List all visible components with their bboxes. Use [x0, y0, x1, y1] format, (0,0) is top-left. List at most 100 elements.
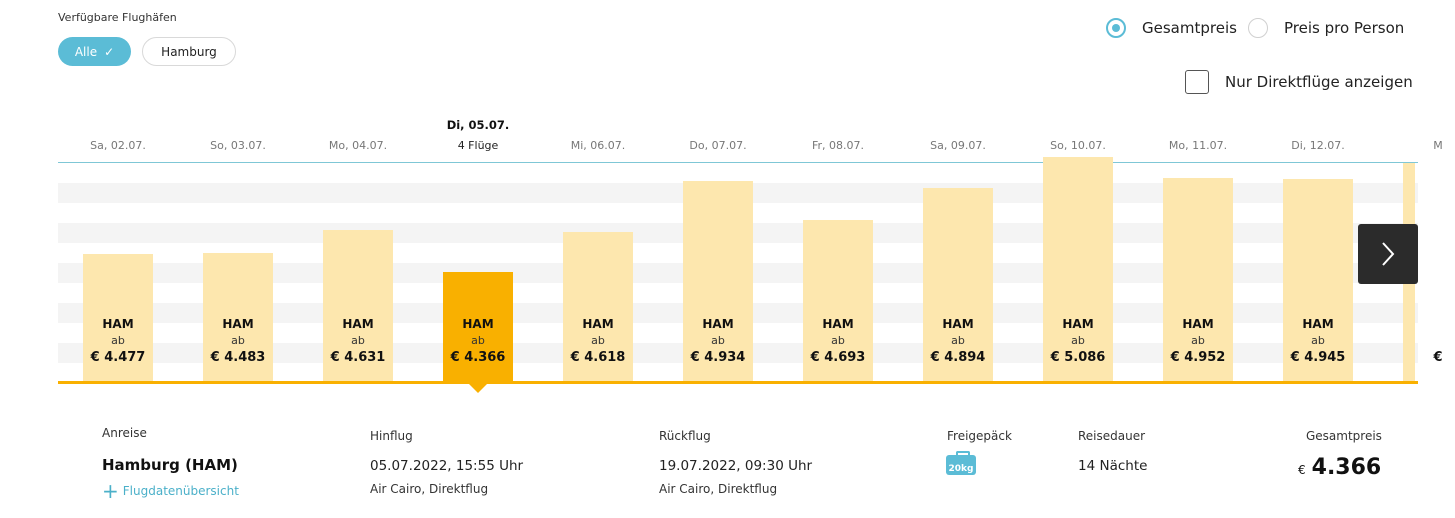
bar-ab: ab [231, 333, 245, 347]
price-bar[interactable]: HAM ab € 4.477 [83, 254, 153, 381]
price-bar[interactable]: HAM ab € 4.693 [803, 219, 873, 381]
total-price: € 4.366 [1298, 455, 1381, 480]
price-bar[interactable]: HAM ab € 4.366 [443, 272, 513, 381]
baggage-value: 20kg [948, 464, 974, 474]
direct-flights-toggle[interactable]: Nur Direktflüge anzeigen [1185, 70, 1413, 94]
flight-overview-label: Flugdatenübersicht [122, 484, 239, 498]
date-label: Di, 05.07. [446, 118, 510, 132]
date-label: So, 03.07. [210, 139, 266, 152]
price-bar-text: € [1403, 347, 1455, 365]
price-bar-text: HAM ab € 4.945 [1283, 317, 1353, 365]
baggage-label: Freigepäck [947, 429, 1012, 443]
bar-code: HAM [942, 316, 974, 331]
bar-code: HAM [582, 316, 614, 331]
price-bar-text: HAM ab € 4.894 [923, 317, 993, 365]
check-icon: ✓ [104, 44, 115, 59]
price-bar-text: HAM ab € 4.693 [803, 317, 873, 365]
bar-price: € 4.631 [330, 349, 386, 365]
date-label: Sa, 02.07. [90, 139, 146, 152]
bar-price: € 4.483 [210, 349, 266, 365]
bar-ab: ab [711, 333, 725, 347]
price-bar[interactable]: HAM ab € 4.934 [683, 181, 753, 381]
date-label: M [1433, 139, 1443, 152]
date-label: Mo, 04.07. [328, 139, 388, 152]
bar-code: HAM [1182, 316, 1214, 331]
chip-hamburg-label: Hamburg [161, 44, 217, 59]
direct-flights-checkbox[interactable] [1185, 70, 1209, 94]
plus-icon: + [102, 479, 119, 503]
radio-per-person[interactable]: Preis pro Person [1248, 18, 1404, 38]
bar-code: HAM [462, 317, 494, 331]
airports-label: Verfügbare Flughäfen [58, 11, 177, 24]
date-divider [58, 162, 1418, 163]
price-bar-text: HAM ab € 4.618 [563, 317, 633, 365]
total-price-amount: 4.366 [1311, 455, 1382, 480]
radio-per-person-label: Preis pro Person [1284, 19, 1405, 37]
bar-code: HAM [1302, 316, 1334, 331]
bar-ab: ab [471, 334, 485, 347]
bar-ab: ab [591, 333, 605, 347]
bar-ab: ab [951, 333, 965, 347]
bar-ab: ab [1191, 333, 1205, 347]
price-bar[interactable]: HAM ab € 4.945 [1283, 179, 1353, 381]
total-price-currency: € [1298, 463, 1306, 477]
radio-dot-selected [1106, 18, 1126, 38]
date-label: Fr, 08.07. [811, 139, 865, 152]
chip-all-label: Alle [74, 44, 98, 59]
chip-all-airports[interactable]: Alle ✓ [58, 37, 131, 66]
chart-baseline [58, 381, 1418, 384]
price-bar-text: HAM ab € 5.086 [1043, 317, 1113, 365]
bar-price: € 4.366 [450, 350, 506, 365]
price-bar-text: HAM ab € 4.366 [443, 317, 513, 365]
bar-code: HAM [702, 316, 734, 331]
bar-price: € 4.894 [930, 349, 986, 365]
hinflug-airline: Air Cairo, Direktflug [370, 482, 489, 496]
date-label: Sa, 09.07. [930, 139, 986, 152]
bar-code: HAM [342, 316, 374, 331]
anreise-label: Anreise [102, 426, 147, 440]
price-bar[interactable]: HAM ab € 5.086 [1043, 156, 1113, 381]
price-bar-text: HAM ab € 4.631 [323, 317, 393, 365]
bar-ab: ab [1311, 333, 1325, 347]
bar-price: € 4.618 [570, 349, 626, 365]
rueckflug-airline: Air Cairo, Direktflug [659, 482, 778, 496]
bar-code: HAM [1062, 316, 1094, 331]
price-bar[interactable]: HAM ab € 4.618 [563, 231, 633, 381]
price-bar[interactable]: HAM ab € 4.952 [1163, 178, 1233, 381]
bar-price: € 4.952 [1170, 349, 1226, 365]
price-bar-text: HAM ab € 4.483 [203, 317, 273, 365]
flight-overview-link[interactable]: + Flugdatenübersicht [102, 479, 239, 503]
date-label: Di, 12.07. [1291, 139, 1345, 152]
price-bar[interactable]: HAM ab € 4.483 [203, 253, 273, 381]
bar-price: € 4.477 [90, 349, 146, 365]
rueckflug-time: 19.07.2022, 09:30 Uhr [659, 458, 813, 474]
bar-code: HAM [822, 316, 854, 331]
price-bar[interactable]: HAM ab € 4.894 [923, 187, 993, 381]
bar-ab: ab [831, 333, 845, 347]
origin-airport: Hamburg (HAM) [102, 456, 238, 474]
bar-price: € [1433, 349, 1443, 365]
date-label: Mo, 11.07. [1168, 139, 1228, 152]
suitcase-icon: 20kg [946, 451, 976, 475]
bar-ab: ab [111, 333, 125, 347]
date-label: Mi, 06.07. [570, 139, 626, 152]
duration-value: 14 Nächte [1078, 458, 1148, 474]
next-dates-button[interactable] [1358, 224, 1418, 284]
chip-hamburg[interactable]: Hamburg [142, 37, 236, 66]
bar-price: € 4.934 [690, 349, 746, 365]
bar-code: HAM [222, 316, 254, 331]
direct-flights-label: Nur Direktflüge anzeigen [1225, 73, 1413, 91]
bar-price: € 4.945 [1290, 349, 1346, 365]
price-bar-text: HAM ab € 4.952 [1163, 317, 1233, 365]
chevron-right-icon [1382, 242, 1395, 266]
price-bar[interactable]: HAM ab € 4.631 [323, 229, 393, 381]
hinflug-label: Hinflug [370, 429, 413, 443]
duration-label: Reisedauer [1078, 429, 1146, 443]
bar-price: € 5.086 [1050, 349, 1106, 365]
radio-total-price[interactable]: Gesamtpreis [1106, 18, 1237, 38]
date-label: Do, 07.07. [689, 139, 747, 152]
price-bar-text: HAM ab € 4.934 [683, 317, 753, 365]
flight-count: 4 Flüge [457, 139, 499, 152]
price-bar-text: HAM ab € 4.477 [83, 317, 153, 365]
radio-dot [1248, 18, 1268, 38]
